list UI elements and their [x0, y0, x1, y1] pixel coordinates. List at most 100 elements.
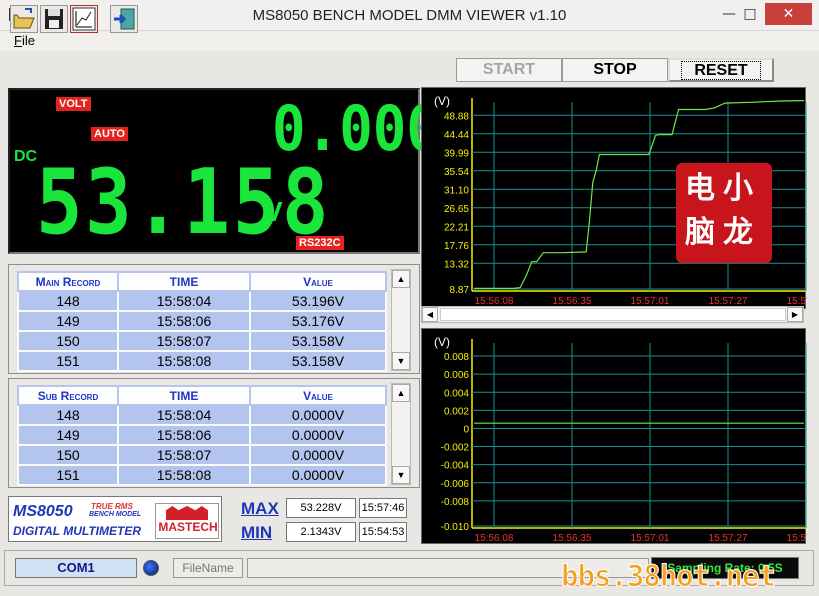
filename-label: FileName: [173, 558, 243, 578]
open-file-button[interactable]: [10, 5, 38, 33]
seal-char: 脑: [685, 215, 715, 250]
seal-char: 电: [685, 171, 715, 206]
table-cell: 15:58:04: [117, 290, 251, 312]
x-tick-label: 15:57:27: [709, 533, 748, 544]
reset-label: RESET: [681, 61, 761, 80]
x-tick-label: 15:56:35: [553, 533, 592, 544]
x-tick-label: 15:57:54: [787, 533, 807, 544]
scroll-down-icon[interactable]: ▼: [392, 352, 410, 370]
sub-trend-chart: (V) 0.008 0.006 0.004 0.002 0 -0.002 -0.004 -0.0…: [421, 328, 807, 544]
logo-model: MS8050: [13, 503, 73, 520]
y-tick-label: -0.008: [441, 497, 470, 508]
y-tick-label: 0.006: [444, 370, 469, 381]
main-record-table: Main Record TIME Value 148 15:58:04 53.1…: [17, 271, 387, 372]
floppy-save-icon: [45, 9, 63, 29]
table-cell: 148: [17, 404, 119, 426]
table-cell: 15:58:04: [117, 404, 251, 426]
exit-button[interactable]: [110, 5, 138, 33]
column-header[interactable]: Main Record: [17, 271, 119, 292]
maximize-button[interactable]: □: [738, 3, 762, 25]
y-axis-unit: (V): [434, 94, 450, 108]
y-tick-label: 22.21: [444, 222, 469, 233]
table-cell: 53.158V: [249, 330, 387, 352]
table-cell: 15:58:06: [117, 310, 251, 332]
watermark-site: bbs.38hot.net: [561, 559, 777, 593]
mode-badge: VOLT: [56, 97, 91, 111]
table-row[interactable]: 151 15:58:08 53.158V: [17, 350, 387, 372]
start-button[interactable]: START: [456, 58, 562, 82]
table-cell: 0.0000V: [249, 424, 387, 446]
table-row[interactable]: 150 15:58:07 53.158V: [17, 330, 387, 352]
table-row[interactable]: 148 15:58:04 0.0000V: [17, 404, 387, 426]
reset-button[interactable]: RESET: [668, 58, 774, 82]
table-cell: 15:58:06: [117, 424, 251, 446]
chart-icon: [72, 7, 96, 31]
y-tick-label: -0.010: [441, 522, 470, 533]
brand-mark-icon: [166, 506, 208, 520]
table-cell: 150: [17, 444, 119, 466]
interface-badge: RS232C: [296, 236, 344, 250]
table-row[interactable]: 149 15:58:06 53.176V: [17, 310, 387, 332]
scroll-thumb[interactable]: [440, 308, 786, 321]
scroll-right-icon[interactable]: ▶: [787, 307, 803, 322]
y-tick-label: -0.002: [441, 443, 470, 454]
column-header[interactable]: TIME: [117, 271, 251, 292]
chart-window-button[interactable]: [70, 5, 98, 33]
max-time: 15:57:46: [359, 498, 407, 518]
table-row[interactable]: 149 15:58:06 0.0000V: [17, 424, 387, 446]
y-tick-label: 0.004: [444, 388, 469, 399]
watermark-seal: 小 电 龙 脑: [676, 163, 772, 263]
table-cell: 0.0000V: [249, 464, 387, 486]
stop-button[interactable]: STOP: [562, 58, 668, 82]
close-button[interactable]: ✕: [765, 3, 812, 25]
table-cell: 15:58:08: [117, 464, 251, 486]
y-tick-label: 0: [463, 424, 469, 435]
menu-file[interactable]: File: [14, 33, 35, 48]
scroll-down-icon[interactable]: ▼: [392, 466, 410, 484]
y-tick-label: 26.65: [444, 204, 469, 215]
table-cell: 15:58:07: [117, 330, 251, 352]
com-port-indicator[interactable]: COM1: [15, 558, 137, 578]
range-badge: AUTO: [91, 127, 128, 141]
table-cell: 0.0000V: [249, 404, 387, 426]
column-header[interactable]: TIME: [117, 385, 251, 406]
y-tick-label: 8.87: [450, 285, 470, 296]
column-header[interactable]: Value: [249, 385, 387, 406]
sub-trend-chart-svg: (V) 0.008 0.006 0.004 0.002 0 -0.002 -0.004 -0.0…: [434, 335, 807, 544]
logo-bench-model: BENCH MODEL: [89, 511, 142, 518]
sub-record-table: Sub Record TIME Value 148 15:58:04 0.000…: [17, 385, 387, 486]
y-tick-label: -0.004: [441, 461, 470, 472]
exit-icon: [114, 8, 135, 30]
table-row[interactable]: 151 15:58:08 0.0000V: [17, 464, 387, 486]
table-cell: 53.196V: [249, 290, 387, 312]
main-record-panel: Main Record TIME Value 148 15:58:04 53.1…: [8, 264, 420, 374]
logo-subtitle: DIGITAL MULTIMETER: [13, 524, 141, 538]
main-reading: 53.158: [36, 150, 332, 255]
table-row[interactable]: 150 15:58:07 0.0000V: [17, 444, 387, 466]
table-row[interactable]: 148 15:58:04 53.196V: [17, 290, 387, 312]
chart-horizontal-scrollbar[interactable]: ◀ ▶: [421, 306, 804, 323]
column-header[interactable]: Value: [249, 271, 387, 292]
main-record-scrollbar[interactable]: ▲ ▼: [391, 269, 411, 371]
save-button[interactable]: [40, 5, 68, 33]
scroll-up-icon[interactable]: ▲: [392, 384, 410, 402]
table-cell: 15:58:07: [117, 444, 251, 466]
product-logo: MS8050 TRUE RMS BENCH MODEL DIGITAL MULT…: [8, 496, 222, 542]
scroll-up-icon[interactable]: ▲: [392, 270, 410, 288]
sub-record-scrollbar[interactable]: ▲ ▼: [391, 383, 411, 485]
max-value: 53.228V: [286, 498, 356, 518]
seal-char: 龙: [723, 215, 753, 250]
brand-name: MASTECH: [158, 520, 218, 534]
column-header[interactable]: Sub Record: [17, 385, 119, 406]
x-tick-label: 15:56:08: [475, 533, 514, 544]
y-tick-label: -0.006: [441, 479, 470, 490]
table-cell: 149: [17, 424, 119, 446]
y-tick-label: 44.44: [444, 130, 469, 141]
scroll-left-icon[interactable]: ◀: [422, 307, 438, 322]
coupling-label: DC: [14, 148, 38, 165]
minimize-button[interactable]: —: [718, 3, 740, 25]
folder-open-icon: [13, 8, 35, 29]
min-label: MIN: [241, 523, 273, 542]
y-tick-label: 17.76: [444, 241, 469, 252]
table-cell: 148: [17, 290, 119, 312]
